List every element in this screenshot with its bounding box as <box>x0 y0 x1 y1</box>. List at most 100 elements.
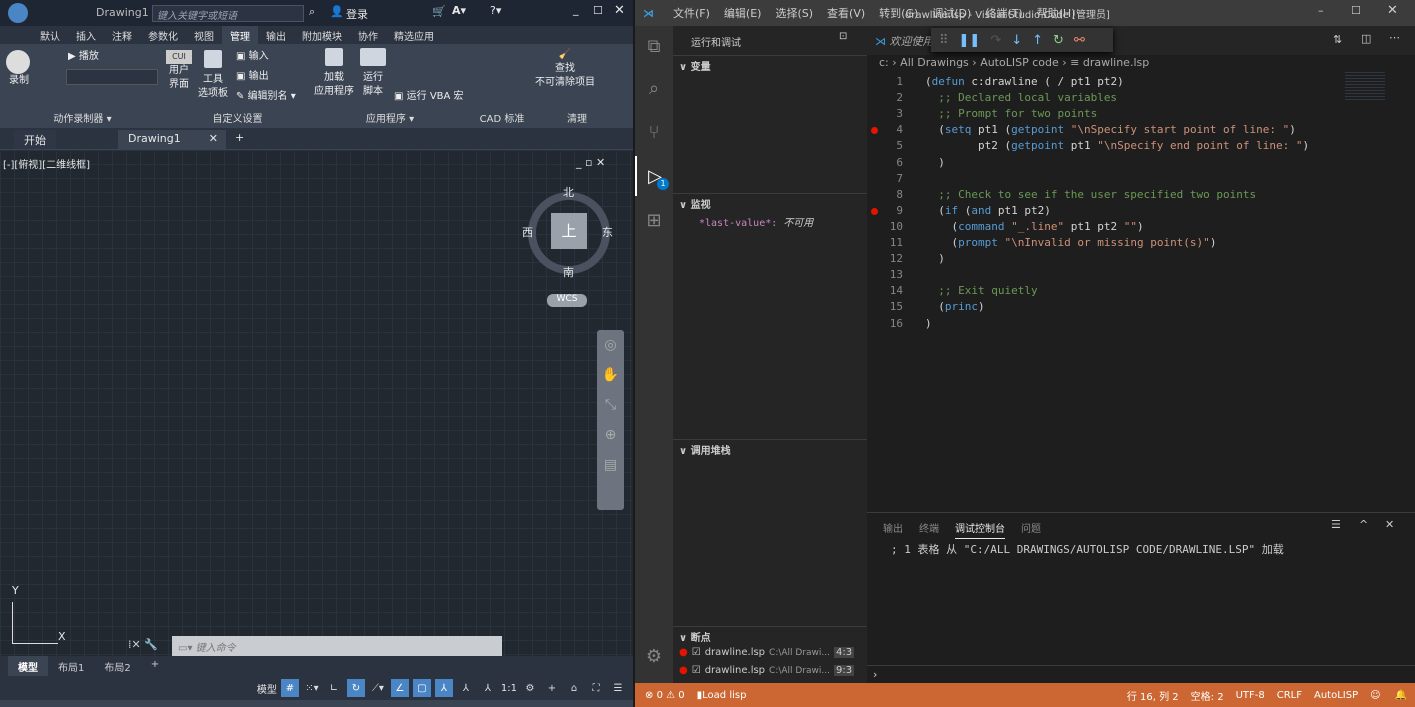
maximize-button[interactable]: ☐ <box>1351 4 1361 17</box>
compass-north[interactable]: 北 <box>563 184 574 200</box>
object-snap-icon[interactable]: ▢ <box>412 679 431 697</box>
maximize-button[interactable]: ☐ <box>593 4 603 17</box>
ribbon-tab[interactable]: 插入 <box>68 26 104 44</box>
tool-palettes-button[interactable]: 工具 选项板 <box>197 50 229 101</box>
panel-tab-problems[interactable]: 问题 <box>1021 520 1041 539</box>
snap-icon[interactable]: ⁙▾ <box>303 679 321 697</box>
compare-icon[interactable]: ⇅ <box>1333 33 1342 46</box>
run-script-button[interactable]: 运行 脚本 <box>358 48 388 99</box>
layout-tab-model[interactable]: 模型 <box>8 656 48 676</box>
annotation-visibility-icon[interactable]: ⅄ <box>434 679 453 697</box>
applications-panel-label[interactable]: 应用程序 ▾ <box>310 110 470 126</box>
close-panel-icon[interactable]: ✕ <box>1385 518 1394 531</box>
annotation-scale-icon[interactable]: ⅄ <box>479 679 497 697</box>
code-line[interactable]: ;; Declared local variables <box>925 91 1117 104</box>
breadcrumb-item[interactable]: c: <box>879 56 889 69</box>
pause-icon[interactable]: ❚❚ <box>959 33 981 48</box>
login-button[interactable]: 登录 <box>346 6 368 22</box>
code-line[interactable]: ;; Exit quietly <box>925 284 1037 297</box>
breakpoint-item[interactable]: ● ☑ drawline.lsp C:\All Drawi... 4:3 <box>679 647 865 658</box>
code-line[interactable]: (defun c:drawline ( / pt1 pt2) <box>925 75 1124 88</box>
action-recorder-panel-label[interactable]: 动作录制器 ▾ <box>0 110 165 126</box>
annotation-scale[interactable]: 1:1 <box>501 683 517 694</box>
notifications-bell-icon[interactable]: 🔔 <box>1387 690 1415 701</box>
ribbon-tab[interactable]: 参数化 <box>140 26 186 44</box>
minimap[interactable] <box>1345 72 1385 102</box>
code-line[interactable]: (prompt "\nInvalid or missing point(s)") <box>925 236 1216 249</box>
panel-tab-debug-console[interactable]: 调试控制台 <box>955 520 1005 539</box>
viewport-window-controls[interactable]: _ ▫ ✕ <box>576 156 605 169</box>
code-line[interactable]: (command "_.line" pt1 pt2 "") <box>925 220 1143 233</box>
autodesk-a-icon[interactable]: A▾ <box>452 4 466 17</box>
minimize-button[interactable]: _ <box>573 3 579 16</box>
cui-button[interactable]: CUI 用户 界面 <box>166 50 192 92</box>
end-of-line[interactable]: CRLF <box>1271 690 1308 701</box>
code-line[interactable]: ;; Check to see if the user specified tw… <box>925 188 1256 201</box>
language-mode[interactable]: AutoLISP <box>1308 690 1364 701</box>
find-non-purgeable-button[interactable]: 🧹 查找 不可清除项目 <box>532 48 598 90</box>
new-tab-button[interactable]: + <box>235 131 244 144</box>
step-out-icon[interactable]: ↑ <box>1032 33 1043 48</box>
panel-tab-output[interactable]: 输出 <box>883 520 903 539</box>
clean-screen-icon[interactable]: ⛶ <box>587 679 605 697</box>
play-button[interactable]: ▶ 播放 <box>68 50 99 64</box>
autocad-logo-icon[interactable] <box>8 3 28 23</box>
welcome-tab[interactable]: ⋊ 欢迎使用 <box>875 33 934 49</box>
step-into-icon[interactable]: ↓ <box>1011 33 1022 48</box>
cursor-position[interactable]: 行 16, 列 2 <box>1121 688 1185 703</box>
macro-dropdown[interactable] <box>66 69 158 85</box>
minimize-button[interactable]: – <box>1318 4 1324 17</box>
ribbon-tab[interactable]: 视图 <box>186 26 222 44</box>
section-variables[interactable]: ∨ 变量 <box>673 55 867 73</box>
section-call-stack[interactable]: ∨ 调用堆栈 <box>673 439 867 457</box>
step-over-icon[interactable]: ↷ <box>990 33 1001 48</box>
ribbon-tab[interactable]: 默认 <box>0 26 68 44</box>
edit-alias-button[interactable]: ✎ 编辑别名 ▾ <box>236 90 296 104</box>
compass-south[interactable]: 南 <box>563 264 574 280</box>
export-button[interactable]: ▣ 输出 <box>236 70 269 84</box>
layout-tab[interactable]: 布局1 <box>48 656 94 676</box>
code-line[interactable]: (princ) <box>925 300 984 313</box>
breadcrumb-item[interactable]: AutoLISP code <box>980 56 1059 69</box>
search-icon[interactable]: ⌕ <box>309 5 315 19</box>
wcs-menu[interactable]: WCS <box>547 294 587 307</box>
encoding[interactable]: UTF-8 <box>1230 690 1271 701</box>
isodraft-icon[interactable]: ⟋▾ <box>369 679 387 697</box>
code-line[interactable]: ) <box>925 317 932 330</box>
model-space-button[interactable]: 模型 <box>257 681 277 696</box>
navigation-bar[interactable]: ◎ ✋ ⤡ ⊕ ▤ <box>597 330 624 510</box>
code-line[interactable]: (setq pt1 (getpoint "\nSpecify start poi… <box>925 123 1296 136</box>
load-lisp-button[interactable]: ▮Load lisp <box>691 690 753 701</box>
ribbon-tab[interactable]: 协作 <box>350 26 386 44</box>
breadcrumb-item[interactable]: All Drawings <box>900 56 969 69</box>
auto-scale-icon[interactable]: ⅄ <box>457 679 475 697</box>
compass-west[interactable]: 西 <box>522 224 533 240</box>
command-input[interactable]: ▭▾ 键入命令 <box>172 636 502 656</box>
search-input[interactable]: 键入关键字或短语 <box>152 5 304 22</box>
breakpoint-marker[interactable] <box>871 207 878 215</box>
section-breakpoints[interactable]: ∨ 断点 <box>673 626 867 644</box>
code-editor[interactable]: 1 (defun c:drawline ( / pt1 pt2) 2 ;; Decl… <box>867 74 1337 334</box>
ortho-icon[interactable]: ∟ <box>325 679 343 697</box>
close-button[interactable]: ✕ <box>614 3 625 18</box>
drag-handle-icon[interactable]: ⠿ <box>939 33 949 48</box>
code-line[interactable]: pt2 (getpoint pt1 "\nSpecify end point o… <box>925 139 1309 152</box>
ribbon-tab-active[interactable]: 管理 <box>222 26 258 44</box>
run-vba-button[interactable]: ▣ 运行 VBA 宏 <box>394 90 464 104</box>
ribbon-tab[interactable]: 输出 <box>258 26 294 44</box>
problems-indicator[interactable]: ⊗ 0 ⚠ 0 <box>635 690 691 701</box>
code-line[interactable]: ;; Prompt for two points <box>925 107 1097 120</box>
watch-item[interactable]: *last-value*: 不可用 <box>699 214 813 229</box>
viewport-controls[interactable]: [-][俯视][二维线框] <box>3 156 90 171</box>
workspace-gear-icon[interactable]: ⚙ <box>521 679 539 697</box>
split-editor-icon[interactable]: ◫ <box>1361 32 1371 45</box>
close-tab-icon[interactable]: ✕ <box>209 132 218 145</box>
ribbon-tab[interactable]: 精选应用 <box>386 26 442 44</box>
record-button[interactable]: 录制 <box>6 50 32 88</box>
grid-icon[interactable]: # <box>280 679 299 697</box>
menu-view[interactable]: 查看(V) <box>820 5 872 21</box>
doc-tab-drawing1[interactable]: Drawing1 ✕ <box>118 130 226 149</box>
menu-file[interactable]: 文件(F) <box>666 5 717 21</box>
annotation-monitor-icon[interactable]: + <box>543 679 561 697</box>
close-button[interactable]: ✕ <box>1387 3 1398 18</box>
